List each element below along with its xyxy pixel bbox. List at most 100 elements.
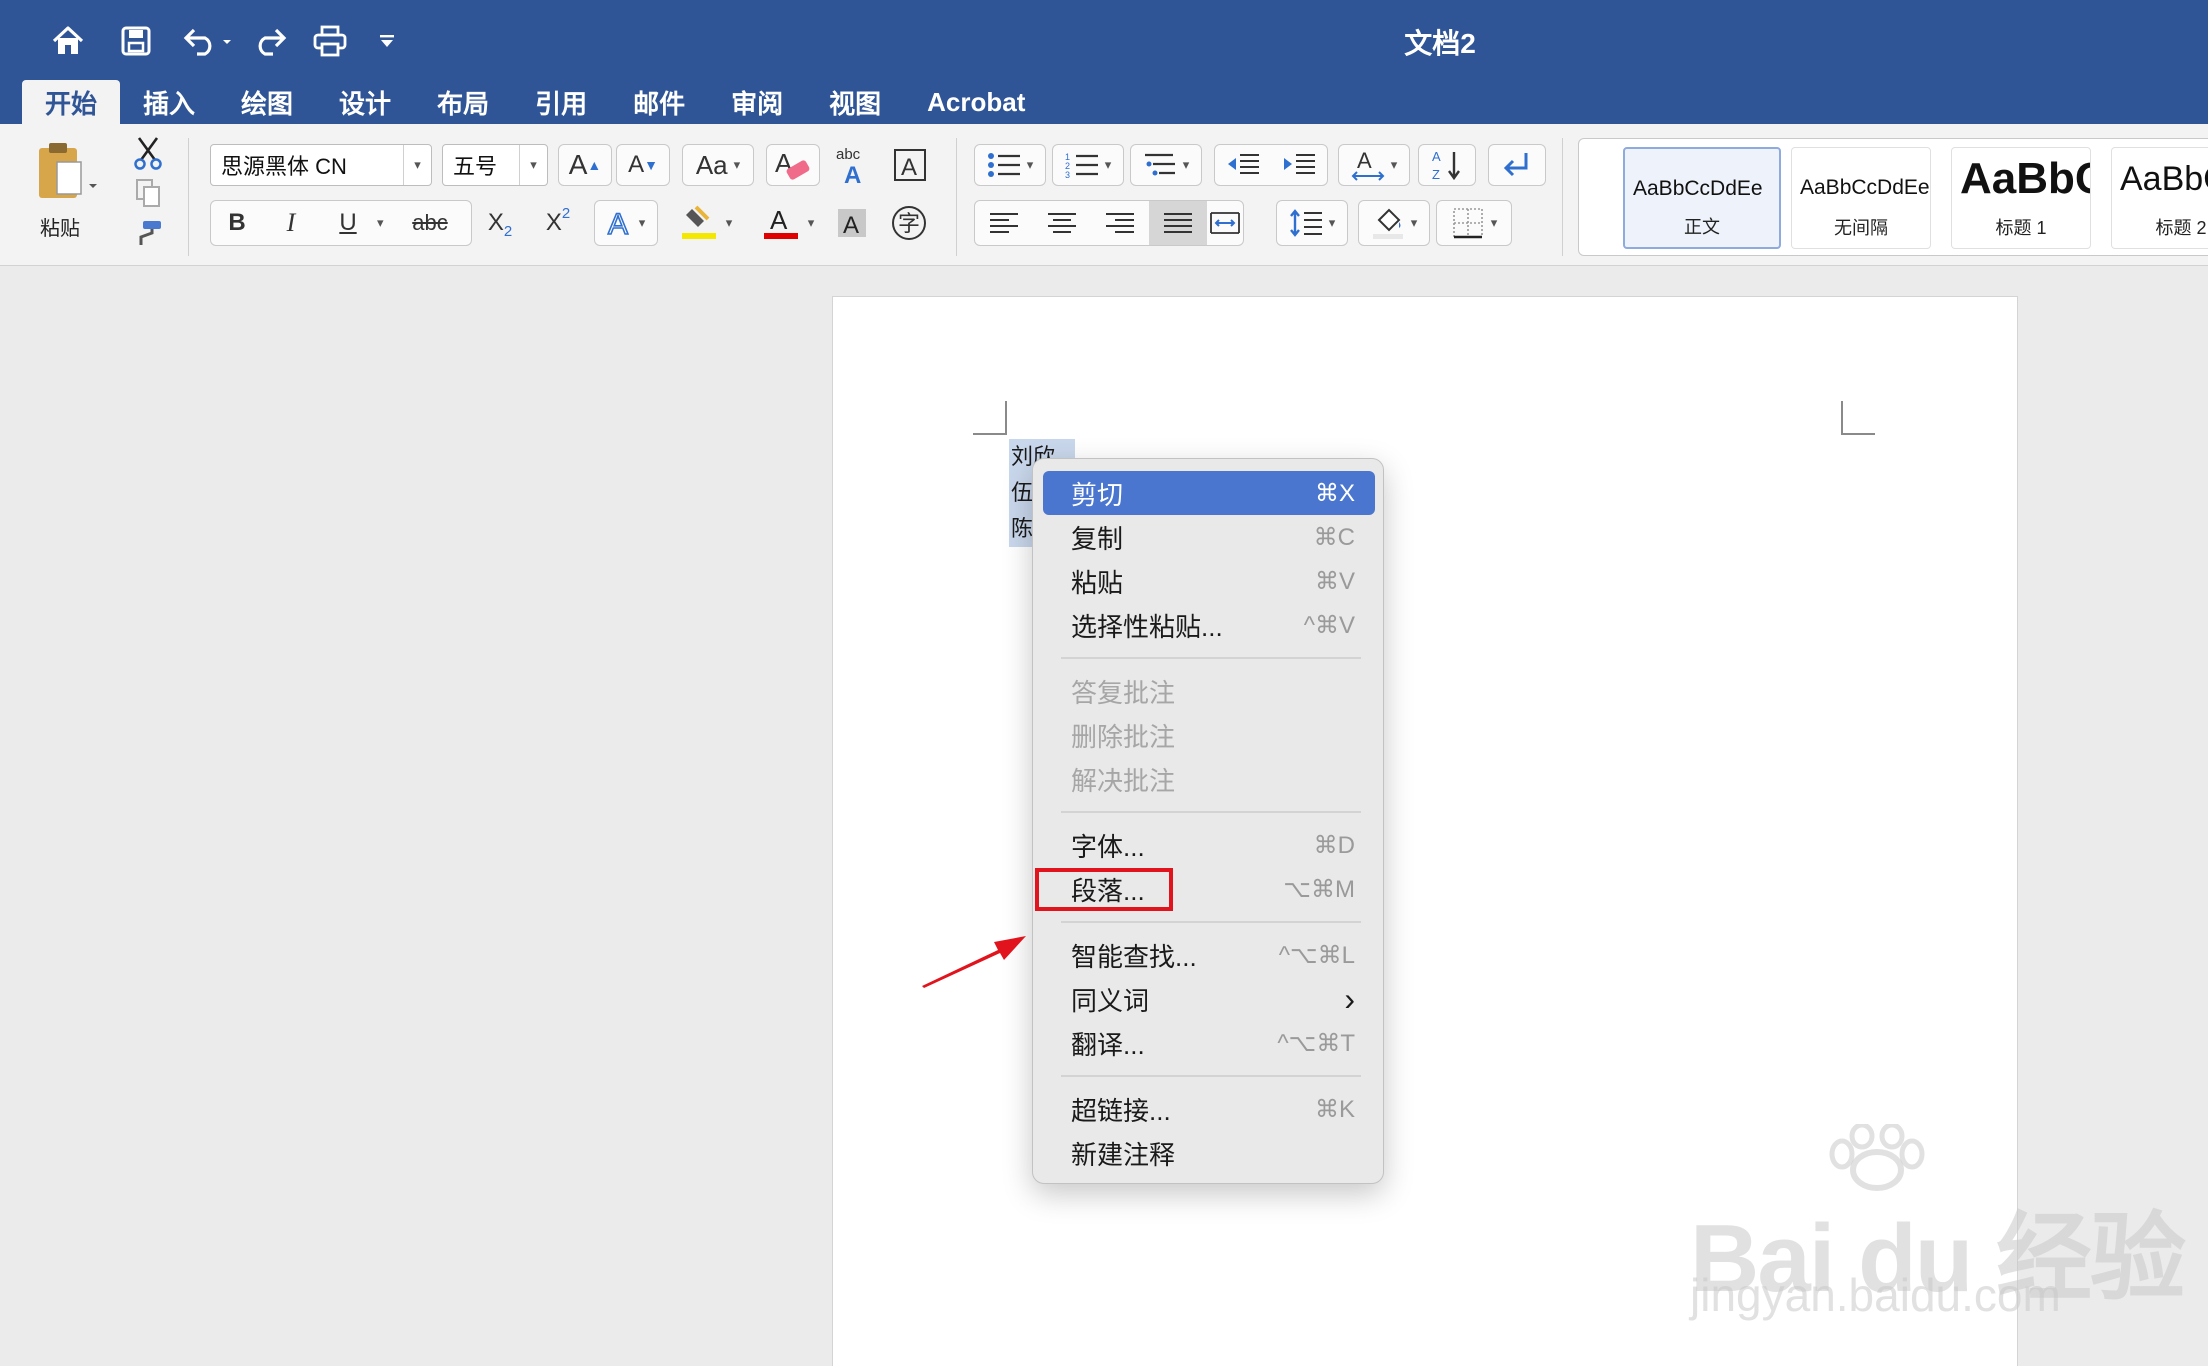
menu-item-label: 翻译...	[1071, 1029, 1145, 1060]
tab-insert[interactable]: 插入	[120, 80, 218, 124]
menu-item-label: 同义词	[1071, 985, 1150, 1016]
svg-text:A: A	[843, 212, 859, 238]
menu-item-hyperlink[interactable]: 超链接... ⌘K	[1043, 1087, 1375, 1131]
menu-item-label: 选择性粘贴...	[1071, 611, 1223, 642]
annotation-highlight-box	[1035, 868, 1173, 911]
menu-item-synonyms[interactable]: 同义词 ›	[1043, 977, 1375, 1021]
tab-design[interactable]: 设计	[316, 80, 414, 124]
increase-indent-icon[interactable]	[1271, 153, 1327, 177]
save-icon[interactable]	[112, 18, 160, 64]
tab-review[interactable]: 审阅	[708, 80, 806, 124]
bold-button[interactable]: B	[211, 209, 263, 237]
home-icon[interactable]	[44, 18, 92, 64]
text-effects-button[interactable]: A ▾	[594, 200, 658, 246]
menu-item-new-comment[interactable]: 新建注释	[1043, 1131, 1375, 1175]
highlighter-icon	[681, 205, 716, 239]
justify-icon[interactable]	[1149, 201, 1207, 245]
character-border-icon[interactable]: A	[886, 142, 934, 188]
font-size-value: 五号	[453, 154, 498, 179]
print-icon[interactable]	[306, 18, 354, 64]
menu-item-cut[interactable]: 剪切 ⌘X	[1043, 471, 1375, 515]
menu-item-shortcut: ^⌥⌘T	[1277, 1029, 1355, 1057]
font-color-button[interactable]: A ▾	[750, 200, 826, 246]
tab-mailings[interactable]: 邮件	[610, 80, 708, 124]
distributed-icon[interactable]	[1207, 211, 1243, 235]
align-left-icon[interactable]	[975, 212, 1033, 234]
style-no-spacing[interactable]: AaBbCcDdEe 无间隔	[1791, 147, 1931, 249]
align-right-icon[interactable]	[1091, 212, 1149, 234]
tab-layout[interactable]: 布局	[414, 80, 512, 124]
style-preview: AaBbCcDdEe	[1800, 176, 1930, 199]
bullets-button[interactable]: ▾	[974, 144, 1046, 186]
undo-icon[interactable]	[180, 18, 236, 64]
menu-separator	[1061, 921, 1361, 923]
clear-formatting-icon[interactable]: A	[766, 144, 820, 186]
phonetic-guide-icon[interactable]: abc A	[826, 142, 878, 188]
menu-item-paste-special[interactable]: 选择性粘贴... ^⌘V	[1043, 603, 1375, 647]
highlight-color-button[interactable]: ▾	[668, 200, 744, 246]
menu-item-smart-lookup[interactable]: 智能查找... ^⌥⌘L	[1043, 933, 1375, 977]
margin-corner-mark	[1841, 401, 1875, 435]
menu-item-shortcut: ⌘X	[1314, 479, 1355, 507]
enclose-characters-icon[interactable]: 字	[884, 200, 934, 246]
menu-item-reply-comment: 答复批注	[1043, 669, 1375, 713]
customize-toolbar-icon[interactable]	[372, 18, 402, 64]
copy-icon[interactable]	[130, 176, 166, 210]
menu-item-label: 智能查找...	[1071, 941, 1197, 972]
menu-item-shortcut: ⌘D	[1313, 831, 1355, 859]
grow-font-icon[interactable]: A ▲	[558, 144, 612, 186]
line-spacing-button[interactable]: ▾	[1276, 200, 1348, 246]
quick-access-toolbar	[44, 18, 402, 64]
menu-item-label: 答复批注	[1071, 677, 1176, 708]
font-size-field[interactable]: 五号 ▾	[442, 144, 548, 186]
align-center-icon[interactable]	[1033, 212, 1091, 234]
chevron-down-icon[interactable]: ▾	[403, 145, 431, 185]
menu-separator	[1061, 657, 1361, 659]
show-paragraph-marks-icon[interactable]	[1488, 144, 1546, 186]
tab-draw[interactable]: 绘图	[218, 80, 316, 124]
tab-view[interactable]: 视图	[806, 80, 904, 124]
shrink-font-icon[interactable]: A ▼	[616, 144, 670, 186]
tab-references[interactable]: 引用	[512, 80, 610, 124]
ribbon: 粘贴 思源黑体 CN ▾ 五号 ▾ A ▲ A ▼ Aa ▾ A abc A A B I…	[0, 124, 2208, 266]
menu-item-translate[interactable]: 翻译... ^⌥⌘T	[1043, 1021, 1375, 1065]
paste-button[interactable]	[22, 138, 112, 208]
menu-item-shortcut: ⌘V	[1314, 567, 1355, 595]
menu-item-paste[interactable]: 粘贴 ⌘V	[1043, 559, 1375, 603]
menu-item-shortcut: ^⌥⌘L	[1278, 941, 1355, 969]
asian-layout-button[interactable]: A ▾	[1338, 144, 1410, 186]
multilevel-list-button[interactable]: ▾	[1130, 144, 1202, 186]
sort-icon[interactable]: AZ	[1418, 144, 1476, 186]
change-case-icon[interactable]: Aa ▾	[682, 144, 754, 186]
menu-item-label: 新建注释	[1071, 1139, 1176, 1170]
cut-icon[interactable]	[130, 134, 166, 172]
subscript-button[interactable]: X2	[474, 200, 526, 246]
chevron-down-icon[interactable]: ▾	[519, 145, 547, 185]
style-heading-1[interactable]: AaBbC 标题 1	[1951, 147, 2091, 249]
style-heading-2[interactable]: AaBbC 标题 2	[2111, 147, 2208, 249]
menu-item-copy[interactable]: 复制 ⌘C	[1043, 515, 1375, 559]
strikethrough-button[interactable]: abc	[395, 210, 465, 236]
tab-acrobat[interactable]: Acrobat	[904, 80, 1048, 124]
borders-button[interactable]: ▾	[1436, 200, 1512, 246]
menu-item-label: 剪切	[1071, 479, 1124, 510]
font-name-field[interactable]: 思源黑体 CN ▾	[210, 144, 432, 186]
menu-item-label: 粘贴	[1071, 567, 1124, 598]
underline-button[interactable]: U	[319, 209, 377, 237]
svg-text:字: 字	[898, 212, 920, 237]
character-shading-icon[interactable]: A	[830, 200, 874, 246]
format-painter-icon[interactable]	[130, 216, 166, 250]
tab-home[interactable]: 开始	[22, 80, 121, 124]
numbering-button[interactable]: 1 2 3 ▾	[1052, 144, 1124, 186]
menu-item-font[interactable]: 字体... ⌘D	[1043, 823, 1375, 867]
shading-button[interactable]: ▾	[1358, 200, 1430, 246]
superscript-button[interactable]: X2	[532, 200, 584, 246]
menu-item-label: 字体...	[1071, 831, 1145, 862]
style-normal[interactable]: AaBbCcDdEe 正文	[1623, 147, 1781, 249]
italic-button[interactable]: I	[263, 208, 319, 238]
redo-icon[interactable]	[248, 18, 292, 64]
decrease-indent-icon[interactable]	[1215, 153, 1271, 177]
line-spacing-icon	[1289, 209, 1322, 237]
chevron-down-icon[interactable]: ▾	[377, 215, 395, 231]
text-style-button-group: B I U ▾ abc	[210, 200, 472, 246]
